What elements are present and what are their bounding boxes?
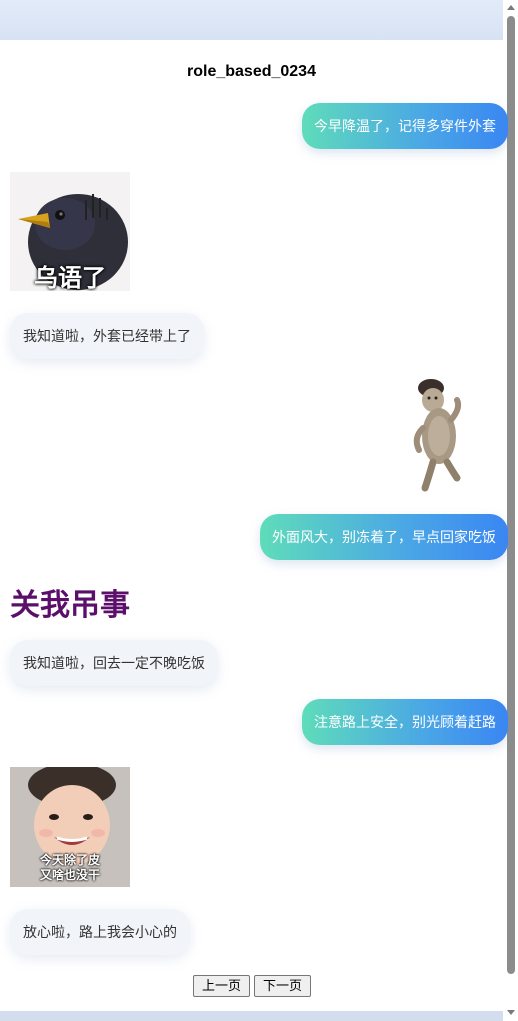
sticker-bird: 乌语了: [10, 172, 130, 291]
message-bubble-sent: 注意路上安全，别光顾着赶路: [302, 699, 508, 745]
message-bubble-sent: 外面风大，别冻着了，早点回家吃饭: [260, 514, 508, 560]
next-page-button[interactable]: 下一页: [254, 975, 312, 997]
prev-page-button[interactable]: 上一页: [193, 975, 251, 997]
chat-title: role_based_0234: [187, 63, 316, 80]
top-header-bar: [0, 0, 503, 40]
sticker-caption-line-1: 今天除了皮: [39, 853, 100, 867]
scroll-thumb[interactable]: [507, 16, 515, 974]
dancing-creature-icon: [413, 379, 462, 492]
message-bubble-received: 放心啦，路上我会小心的: [10, 909, 190, 955]
sticker-caption: 乌语了: [34, 265, 106, 291]
message-bubble-received: 我知道啦，外套已经带上了: [10, 313, 204, 359]
scroll-up-arrow-icon[interactable]: [507, 5, 515, 10]
bottom-bar: [0, 1011, 503, 1021]
message-bubble-received: 我知道啦，回去一定不晚吃饭: [10, 640, 218, 686]
sticker-dancing-creature: [405, 378, 465, 493]
message-bubble-sent: 今早降温了，记得多穿件外套: [302, 103, 508, 149]
vertical-scrollbar[interactable]: [503, 0, 518, 1021]
text-sticker: 关我吊事: [10, 589, 130, 622]
sticker-caption-line-2: 又啥也没干: [39, 868, 100, 882]
sticker-kid: 今天除了皮 又啥也没干: [10, 767, 130, 887]
scroll-down-arrow-icon[interactable]: [507, 1010, 515, 1015]
